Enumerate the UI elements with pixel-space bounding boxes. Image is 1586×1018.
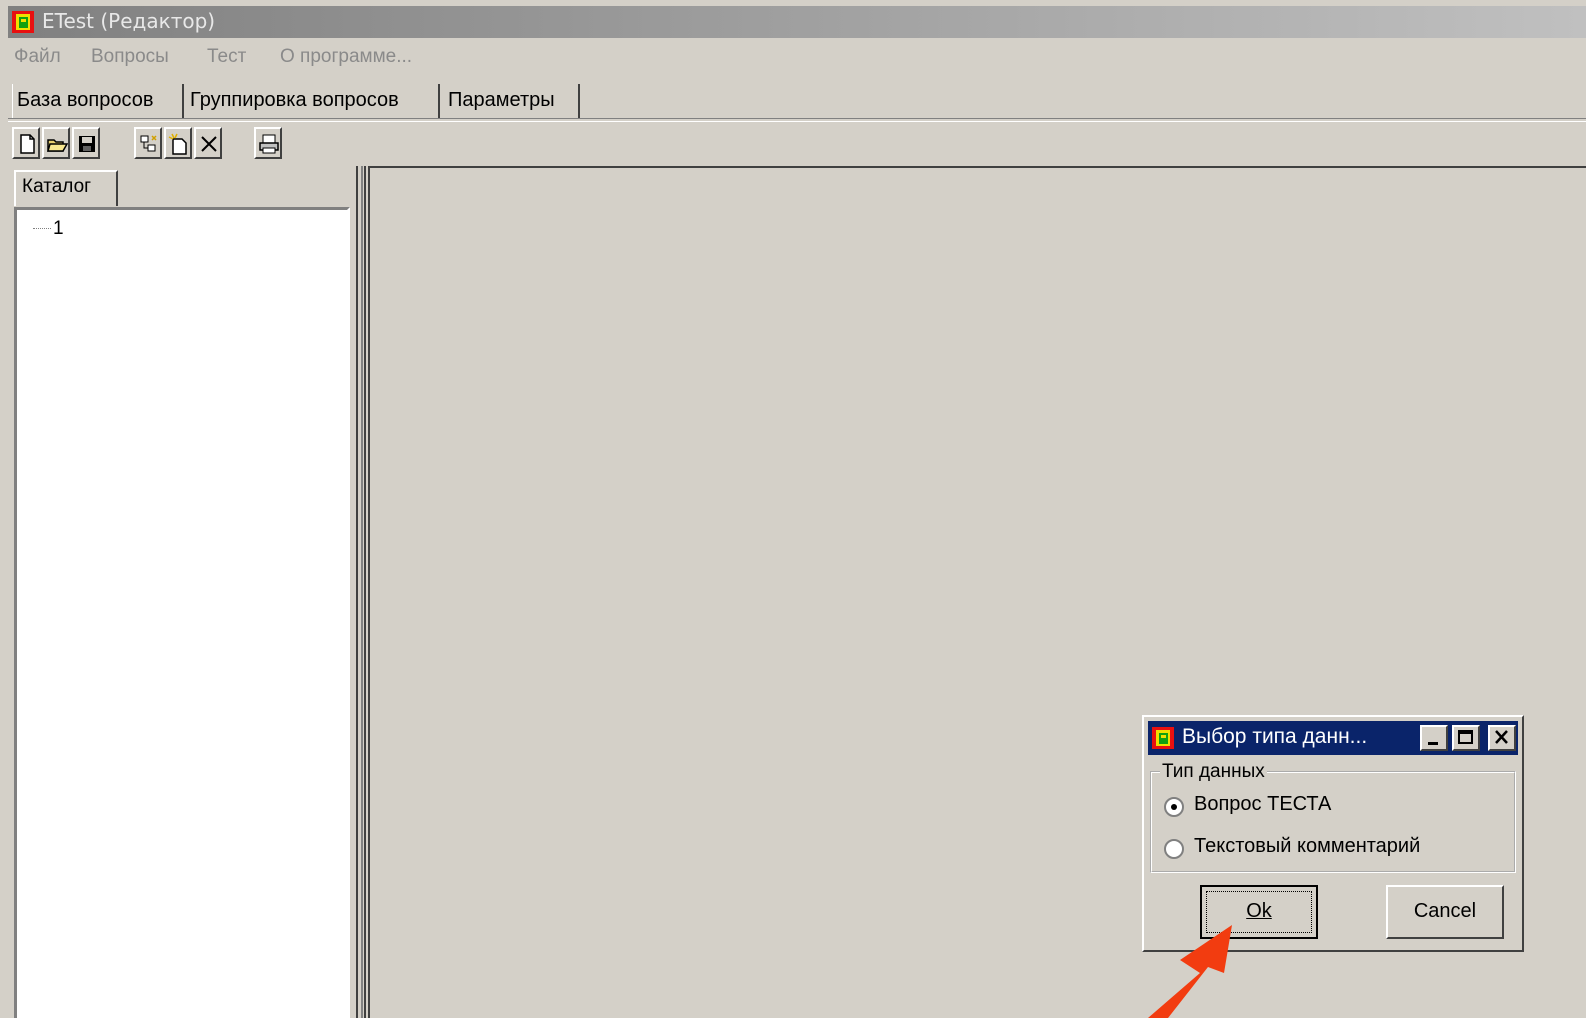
menu-file[interactable]: Файл <box>14 46 61 68</box>
radio-test-question-label[interactable]: Вопрос ТЕСТА <box>1194 793 1331 816</box>
menu-questions[interactable]: Вопросы <box>91 46 169 68</box>
tree-item[interactable]: 1 <box>53 218 64 240</box>
pointer-arrow-icon <box>1148 925 1232 1018</box>
radio-text-comment-label[interactable]: Текстовый комментарий <box>1194 835 1420 858</box>
minimize-icon <box>1428 742 1438 745</box>
dialog-title: Выбор типа данн... <box>1182 725 1368 748</box>
tab-catalog[interactable]: Каталог <box>14 170 118 206</box>
save-icon <box>79 136 95 152</box>
save-button[interactable] <box>72 127 100 159</box>
delete-button[interactable] <box>194 127 222 159</box>
maximize-button[interactable] <box>1452 725 1480 751</box>
app-logo-icon <box>12 11 34 33</box>
panel-splitter[interactable] <box>356 166 366 1018</box>
dialog-title-bar[interactable]: Выбор типа данн... <box>1148 721 1518 755</box>
print-icon <box>259 134 279 154</box>
new-icon <box>20 134 35 154</box>
app-window: ETest (Редактор) Файл Вопросы Тест О про… <box>0 0 1586 1018</box>
close-button[interactable] <box>1488 725 1516 751</box>
minimize-button[interactable] <box>1420 725 1448 751</box>
tree-add-icon <box>140 135 157 152</box>
title-bar[interactable]: ETest (Редактор) <box>8 6 1586 38</box>
new-item-button[interactable] <box>164 127 192 159</box>
tab-parameters[interactable]: Параметры <box>444 84 580 118</box>
cancel-button-label: Cancel <box>1413 900 1477 922</box>
app-logo-icon <box>1152 727 1174 749</box>
print-button[interactable] <box>254 127 282 159</box>
radio-text-comment[interactable] <box>1164 839 1184 859</box>
maximize-icon <box>1458 730 1473 744</box>
cancel-button[interactable]: Cancel <box>1386 885 1504 939</box>
tab-question-grouping[interactable]: Группировка вопросов <box>186 84 440 118</box>
group-label: Тип данных <box>1160 761 1267 783</box>
catalog-tree[interactable]: 1 <box>14 207 350 1018</box>
open-button[interactable] <box>42 127 70 159</box>
menu-about[interactable]: О программе... <box>280 46 412 68</box>
open-folder-icon <box>47 139 68 152</box>
radio-test-question[interactable] <box>1164 797 1184 817</box>
tree-connector <box>33 228 51 229</box>
menu-test[interactable]: Тест <box>207 46 246 68</box>
delete-icon <box>201 136 217 152</box>
add-node-button[interactable] <box>134 127 162 159</box>
tab-question-base[interactable]: База вопросов <box>12 84 184 118</box>
tab-divider <box>8 118 1586 122</box>
new-item-icon <box>168 133 187 155</box>
new-button[interactable] <box>12 127 40 159</box>
window-title: ETest (Редактор) <box>42 9 216 33</box>
close-icon <box>1495 730 1508 744</box>
